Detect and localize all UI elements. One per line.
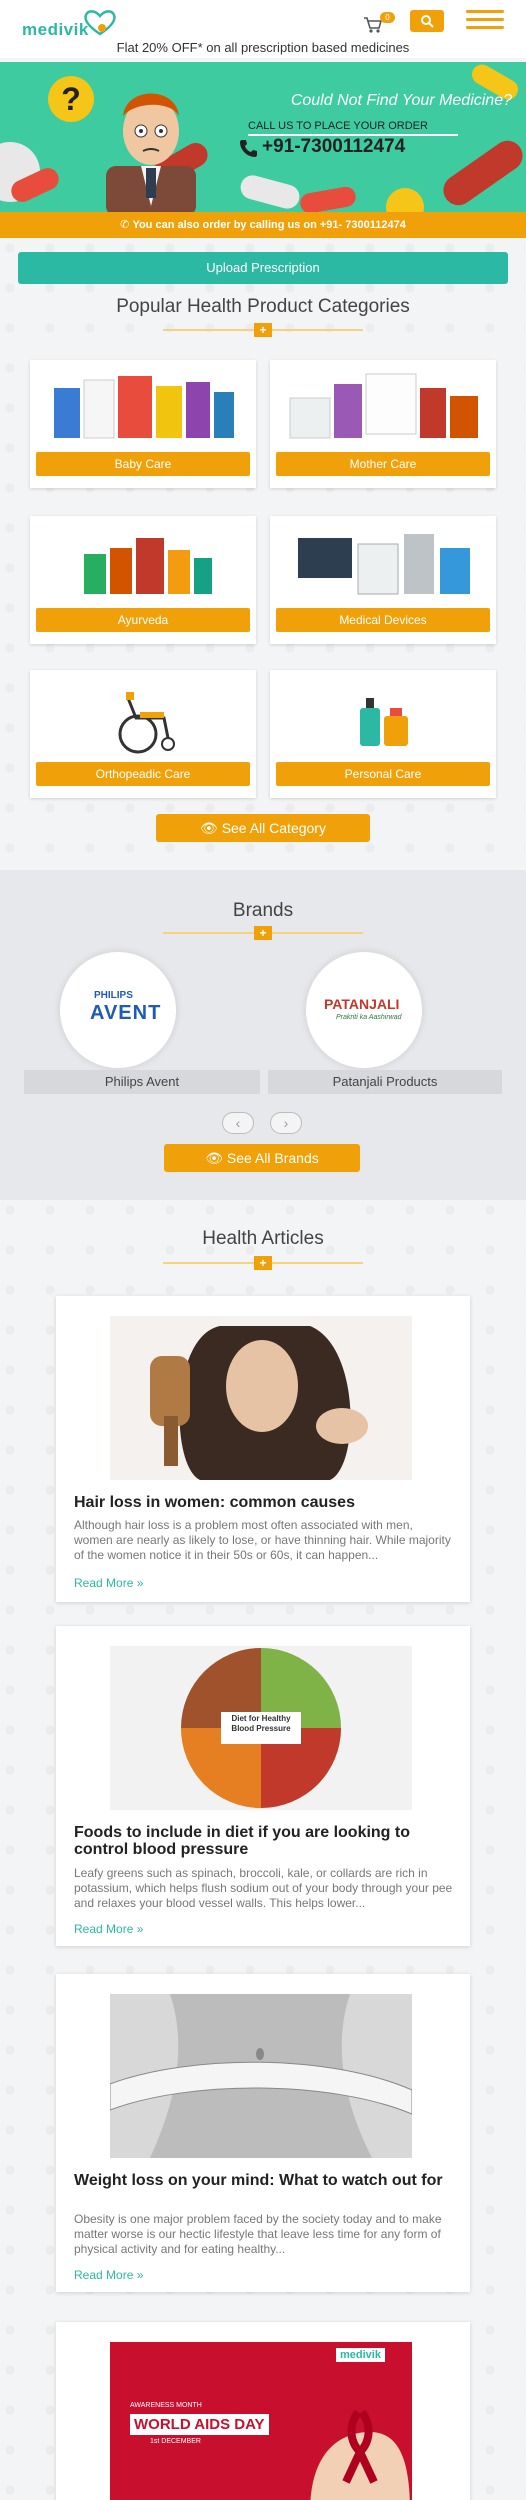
category-label: Personal Care [276,762,490,786]
banner-call-text: CALL US TO PLACE YOUR ORDER [248,120,458,136]
article-card[interactable]: Diet for Healthy Blood Pressure Foods to… [56,1626,470,1946]
category-label: Ayurveda [36,608,250,632]
heart-logo-icon [84,10,116,36]
article-title[interactable]: Foods to include in diet if you are look… [74,1824,454,1858]
see-all-brands-button[interactable]: 👁 See All Brands [164,1144,360,1172]
capsule-decoration [237,172,303,212]
site-header: medivik 0 Flat 20% OFF* on all prescript… [0,0,526,58]
offer-text: Flat 20% OFF* on all prescription based … [116,40,410,55]
red-ribbon-hand-icon [310,2409,410,2500]
world-aids-day-text: WORLD AIDS DAY [130,2414,269,2435]
article-excerpt: Leafy greens such as spinach, broccoli, … [74,1866,453,1910]
category-card-personal-care[interactable]: Personal Care [270,670,496,798]
pill-decoration [386,188,424,212]
article-image-weight-loss [110,1994,412,2158]
article-card[interactable]: Hair loss in women: common causes Althou… [56,1296,470,1602]
section-divider: + [163,926,363,940]
brand-logo-philips-avent[interactable]: PHILIPS AVENT [60,952,176,1068]
patanjali-logo-text: PATANJALI [324,996,400,1012]
read-more-link[interactable]: Read More » [74,1576,143,1590]
question-mark-icon: ? [48,76,94,122]
brands-next-arrow[interactable]: › [270,1112,302,1134]
article-card[interactable]: medivik AWARENESS MONTH WORLD AIDS DAY 1… [56,2322,470,2500]
eye-icon: 👁 [205,1150,227,1166]
phone-icon [240,140,257,157]
see-all-category-button[interactable]: 👁 See All Category [156,814,370,842]
waist-measuring-tape-illustration [110,1994,412,2158]
baby-care-products-image [54,376,234,439]
image-caption: Diet for Healthy Blood Pressure [231,1714,291,1733]
cart-count-badge: 0 [380,12,395,23]
mother-care-products-image [289,373,478,439]
avent-logo-text: AVENT [90,1002,162,1024]
brands-prev-arrow[interactable]: ‹ [222,1112,254,1134]
philips-logo-text: PHILIPS [94,990,133,1001]
capsule-decoration [298,185,358,212]
cart-button[interactable]: 0 [362,10,396,36]
brand-logo-patanjali[interactable]: PATANJALI Prakriti ka Aashirwad [306,952,422,1068]
upload-prescription-button[interactable]: Upload Prescription [18,252,508,284]
call-order-bar[interactable]: ✆ You can also order by calling us on +9… [0,212,526,238]
category-card-baby-care[interactable]: Baby Care [30,360,256,488]
capsule-decoration [437,134,526,212]
article-image-world-aids-day: medivik AWARENESS MONTH WORLD AIDS DAY 1… [110,2342,412,2500]
read-more-link[interactable]: Read More » [74,2268,143,2282]
category-card-orthopeadic-care[interactable]: Orthopeadic Care [30,670,256,798]
section-divider: + [163,1256,363,1270]
category-label: Medical Devices [276,608,490,632]
article-excerpt: Although hair loss is a problem most oft… [74,1518,451,1562]
category-label: Orthopeadic Care [36,762,250,786]
medivik-watermark: medivik [336,2348,385,2362]
brand-name-philips-avent[interactable]: Philips Avent [24,1070,260,1094]
article-title[interactable]: Weight loss on your mind: What to watch … [74,2172,454,2189]
category-label: Baby Care [36,452,250,476]
banner-phone[interactable]: +91-7300112474 [262,136,405,158]
brand-name-patanjali[interactable]: Patanjali Products [268,1070,502,1094]
article-excerpt: Obesity is one major problem faced by th… [74,2212,442,2256]
personal-care-icon [360,698,408,746]
category-card-mother-care[interactable]: Mother Care [270,360,496,488]
see-all-category-label: See All Category [221,820,326,836]
see-all-brands-label: See All Brands [226,1150,319,1166]
category-label: Mother Care [276,452,490,476]
wheelchair-icon [118,692,175,754]
read-more-link[interactable]: Read More » [74,1922,143,1936]
eye-icon: 👁 [200,820,222,836]
article-title[interactable]: Hair loss in women: common causes [74,1494,454,1511]
ayurveda-products-image [84,538,212,594]
categories-title: Popular Health Product Categories [116,296,410,317]
patanjali-tagline: Prakriti ka Aashirwad [336,1014,402,1021]
category-card-ayurveda[interactable]: Ayurveda [30,516,256,644]
call-order-text: You can also order by calling us on +91-… [132,219,406,231]
category-card-medical-devices[interactable]: Medical Devices [270,516,496,644]
date-text: 1st DECEMBER [150,2438,201,2445]
search-button[interactable] [410,10,444,32]
article-card[interactable]: Weight loss on your mind: What to watch … [56,1974,470,2292]
woman-hair-loss-illustration [150,1326,368,1480]
menu-icon[interactable] [466,10,504,32]
article-image-blood-pressure: Diet for Healthy Blood Pressure [110,1646,412,1810]
confused-man-illustration [106,93,196,212]
medical-devices-image [298,534,470,595]
brands-title: Brands [232,900,294,921]
banner-title: Could Not Find Your Medicine? [290,92,512,109]
logo[interactable]: medivik [22,8,142,42]
awareness-text: AWARENESS MONTH [130,2402,202,2409]
articles-title: Health Articles [202,1228,324,1249]
promo-banner[interactable]: ? Could Not Find Your Medicine? CALL US … [0,62,526,212]
article-image-hair-loss [110,1316,412,1480]
phone-small-icon: ✆ [120,219,133,231]
section-divider: + [163,323,363,337]
search-icon [421,15,434,28]
logo-text: medivik [22,20,89,39]
